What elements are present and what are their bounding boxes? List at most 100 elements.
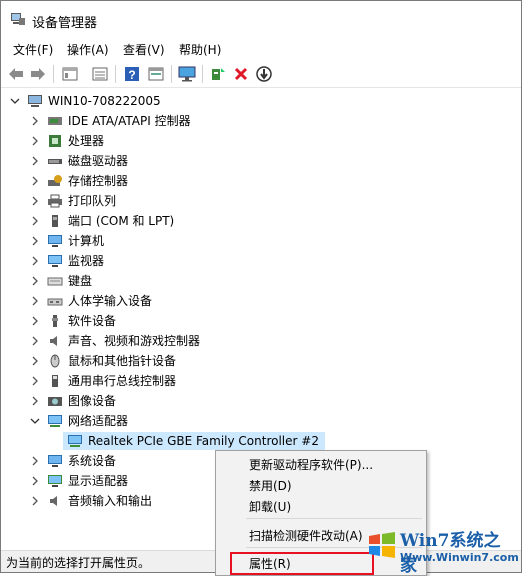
svg-text:?: ? — [128, 68, 135, 82]
chevron-down-icon[interactable] — [29, 415, 41, 427]
cpu-icon — [49, 135, 61, 147]
tree-item[interactable]: 软件设备 — [29, 311, 116, 331]
tree-item-label: 磁盘驱动器 — [68, 154, 129, 168]
mouse-icon — [50, 354, 60, 368]
toolbar: ? — [1, 61, 521, 88]
chevron-right-icon[interactable] — [29, 175, 41, 187]
menu-view[interactable]: 查看(V) — [123, 41, 165, 58]
chevron-right-icon[interactable] — [29, 335, 41, 347]
tree-item[interactable]: 处理器 — [29, 131, 104, 151]
context-item-uninstall[interactable]: 卸载(U) — [249, 498, 291, 515]
disk-icon — [48, 159, 62, 164]
context-item-disable[interactable]: 禁用(D) — [249, 477, 292, 494]
forward-icon[interactable] — [29, 65, 47, 83]
tree-item[interactable]: 存储控制器 — [29, 171, 128, 191]
details-icon[interactable] — [147, 65, 165, 83]
tree-item[interactable]: 键盘 — [29, 271, 92, 291]
add-driver-icon[interactable] — [209, 65, 227, 83]
audio-io-icon — [50, 496, 57, 506]
chevron-right-icon[interactable] — [29, 215, 41, 227]
toolbar-separator — [171, 65, 172, 83]
chevron-right-icon[interactable] — [29, 455, 41, 467]
menu-action[interactable]: 操作(A) — [67, 41, 109, 58]
tree-item-label: 图像设备 — [68, 394, 117, 408]
monitor-scan-icon[interactable] — [178, 65, 196, 83]
tree-item-label: IDE ATA/ATAPI 控制器 — [68, 114, 191, 128]
display-adapter-icon — [48, 475, 62, 487]
tree-item[interactable]: 系统设备 — [29, 451, 116, 471]
tree-item[interactable]: 监视器 — [29, 251, 104, 271]
chevron-right-icon[interactable] — [29, 475, 41, 487]
chevron-right-icon[interactable] — [29, 235, 41, 247]
menu-help[interactable]: 帮助(H) — [179, 41, 221, 58]
chevron-right-icon[interactable] — [29, 315, 41, 327]
tree-item-label: 通用串行总线控制器 — [68, 374, 177, 388]
menu-bar: 文件(F) 操作(A) 查看(V) 帮助(H) — [1, 39, 521, 59]
properties-pane-icon[interactable] — [61, 65, 79, 83]
usb-icon — [52, 375, 58, 387]
properties-highlight-box — [230, 552, 374, 575]
tree-item-selected[interactable]: Realtek PCIe GBE Family Controller #2 — [1, 431, 325, 451]
tree-item-label: 存储控制器 — [68, 174, 129, 188]
tree-item[interactable]: 鼠标和其他指针设备 — [29, 351, 176, 371]
tree-item[interactable]: 显示适配器 — [29, 471, 128, 491]
tree-item-label: 计算机 — [68, 234, 105, 248]
chevron-right-icon[interactable] — [29, 155, 41, 167]
keyboard-icon — [47, 277, 63, 286]
ide-icon — [48, 117, 62, 125]
device-manager-window: 设备管理器 文件(F) 操作(A) 查看(V) 帮助(H) ? WIN10-70… — [0, 0, 522, 576]
tree-item[interactable]: IDE ATA/ATAPI 控制器 — [29, 111, 191, 131]
chevron-right-icon[interactable] — [29, 295, 41, 307]
tree-item-label: 软件设备 — [68, 314, 117, 328]
chevron-right-icon[interactable] — [29, 255, 41, 267]
tree-item[interactable]: 打印队列 — [29, 191, 116, 211]
menu-file[interactable]: 文件(F) — [13, 41, 53, 58]
window-title: 设备管理器 — [32, 16, 98, 31]
tree-item-label: 鼠标和其他指针设备 — [68, 354, 177, 368]
update-driver-icon[interactable] — [255, 65, 273, 83]
chevron-right-icon[interactable] — [29, 275, 41, 287]
context-separator — [246, 518, 422, 519]
chevron-right-icon[interactable] — [29, 115, 41, 127]
toolbar-separator — [202, 65, 203, 83]
chevron-right-icon[interactable] — [29, 195, 41, 207]
network-card-icon — [68, 435, 82, 447]
network-icon — [48, 415, 62, 427]
system-icon — [48, 455, 62, 467]
uninstall-icon[interactable] — [232, 65, 250, 83]
tree-item-label: 监视器 — [68, 254, 105, 268]
tree-item[interactable]: 端口 (COM 和 LPT) — [29, 211, 174, 231]
tree-item[interactable]: 音频输入和输出 — [29, 491, 152, 511]
back-icon[interactable] — [7, 65, 25, 83]
software-device-icon — [52, 315, 58, 327]
tree-item[interactable]: 声音、视频和游戏控制器 — [29, 331, 200, 351]
watermark: Win7系统之家 Www.Winwin7.com — [367, 520, 519, 576]
tree-item[interactable]: 磁盘驱动器 — [29, 151, 128, 171]
tree-item[interactable]: 通用串行总线控制器 — [29, 371, 176, 391]
context-item-scan[interactable]: 扫描检测硬件改动(A) — [249, 527, 363, 544]
chevron-right-icon[interactable] — [29, 495, 41, 507]
tree-item[interactable]: 网络适配器 — [29, 411, 128, 431]
context-item-update-driver[interactable]: 更新驱动程序软件(P)... — [249, 456, 373, 473]
device-manager-icon — [11, 13, 25, 25]
chevron-right-icon[interactable] — [29, 135, 41, 147]
tree-root[interactable]: WIN10-708222005 — [9, 91, 161, 111]
tree-item-label: 显示适配器 — [68, 474, 129, 488]
printer-icon — [48, 194, 62, 208]
tree-item[interactable]: 图像设备 — [29, 391, 116, 411]
toolbar-separator — [115, 65, 116, 83]
tree-item-label: 键盘 — [68, 274, 93, 288]
sound-icon — [50, 336, 57, 346]
tree-item[interactable]: 人体学输入设备 — [29, 291, 152, 311]
computer-icon — [48, 235, 62, 247]
title-bar: 设备管理器 — [1, 1, 521, 37]
tree-item[interactable]: 计算机 — [29, 231, 104, 251]
windows-logo-icon — [369, 532, 395, 558]
chevron-right-icon[interactable] — [29, 375, 41, 387]
chevron-right-icon[interactable] — [29, 395, 41, 407]
list-view-icon[interactable] — [91, 65, 109, 83]
chevron-down-icon[interactable] — [9, 95, 21, 107]
chevron-right-icon[interactable] — [29, 355, 41, 367]
tree-item-label: 网络适配器 — [68, 414, 129, 428]
help-icon[interactable]: ? — [123, 65, 141, 83]
